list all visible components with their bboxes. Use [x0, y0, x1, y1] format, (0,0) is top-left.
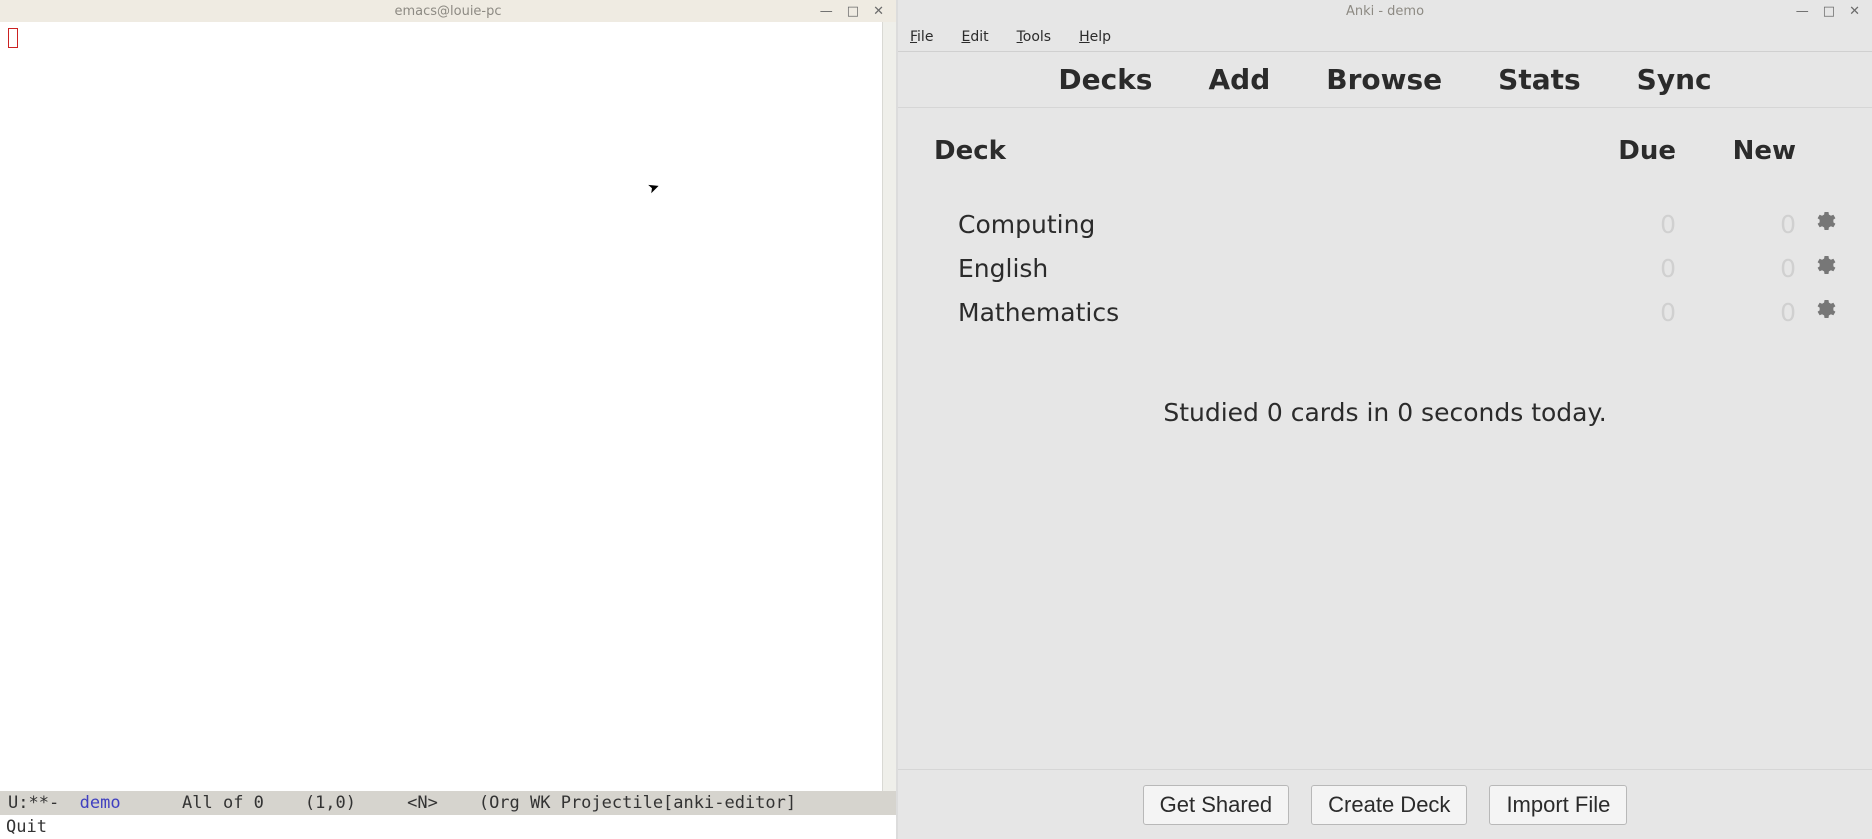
anki-content: Deck Due New Computing 0 0 English 0 0 — [898, 108, 1872, 769]
emacs-body: ➤ — [0, 22, 896, 791]
emacs-cursor — [8, 28, 18, 48]
emacs-titlebar: emacs@louie-pc — □ ✕ — [0, 0, 896, 22]
tab-browse[interactable]: Browse — [1326, 63, 1442, 96]
anki-footer: Get Shared Create Deck Import File — [898, 769, 1872, 839]
deck-new-count: 0 — [1676, 254, 1796, 283]
menu-help[interactable]: Help — [1079, 29, 1111, 45]
tab-stats[interactable]: Stats — [1498, 63, 1581, 96]
anki-tabs: Decks Add Browse Stats Sync — [898, 52, 1872, 108]
deck-name[interactable]: Mathematics — [934, 298, 1556, 327]
anki-titlebar: Anki - demo — □ ✕ — [898, 0, 1872, 22]
emacs-window-controls: — □ ✕ — [820, 0, 892, 22]
deck-new-count: 0 — [1676, 210, 1796, 239]
column-due: Due — [1556, 136, 1676, 166]
close-icon[interactable]: ✕ — [1849, 5, 1860, 18]
anki-title: Anki - demo — [898, 4, 1872, 19]
emacs-echo-area[interactable]: Quit — [0, 815, 896, 839]
mouse-pointer-icon: ➤ — [646, 178, 662, 197]
emacs-title: emacs@louie-pc — [0, 4, 896, 19]
modeline-status: U:**- — [8, 793, 80, 813]
anki-window: Anki - demo — □ ✕ File Edit Tools Help D… — [898, 0, 1872, 839]
minimize-icon[interactable]: — — [820, 5, 833, 18]
modeline-info: All of 0 (1,0) <N> (Org WK Projectile[an… — [121, 793, 797, 813]
get-shared-button[interactable]: Get Shared — [1143, 785, 1290, 825]
maximize-icon[interactable]: □ — [847, 5, 859, 18]
deck-due-count: 0 — [1556, 210, 1676, 239]
close-icon[interactable]: ✕ — [873, 5, 884, 18]
deck-due-count: 0 — [1556, 298, 1676, 327]
anki-menubar: File Edit Tools Help — [898, 22, 1872, 52]
deck-due-count: 0 — [1556, 254, 1676, 283]
deck-name[interactable]: Computing — [934, 210, 1556, 239]
import-file-button[interactable]: Import File — [1489, 785, 1627, 825]
emacs-buffer[interactable]: ➤ — [0, 22, 882, 791]
emacs-modeline[interactable]: U:**- demo All of 0 (1,0) <N> (Org WK Pr… — [0, 791, 896, 815]
gear-icon[interactable] — [1796, 297, 1836, 327]
create-deck-button[interactable]: Create Deck — [1311, 785, 1467, 825]
study-status: Studied 0 cards in 0 seconds today. — [934, 398, 1836, 427]
maximize-icon[interactable]: □ — [1823, 5, 1835, 18]
tab-sync[interactable]: Sync — [1637, 63, 1712, 96]
tab-decks[interactable]: Decks — [1058, 63, 1152, 96]
menu-edit[interactable]: Edit — [961, 29, 988, 45]
deck-row: Mathematics 0 0 — [934, 290, 1836, 334]
modeline-buffer-name: demo — [80, 793, 121, 813]
deck-row: English 0 0 — [934, 246, 1836, 290]
gear-icon[interactable] — [1796, 253, 1836, 283]
menu-tools[interactable]: Tools — [1017, 29, 1052, 45]
menu-file[interactable]: File — [910, 29, 933, 45]
minimize-icon[interactable]: — — [1796, 5, 1809, 18]
deck-row: Computing 0 0 — [934, 202, 1836, 246]
tab-add[interactable]: Add — [1208, 63, 1270, 96]
gear-icon[interactable] — [1796, 209, 1836, 239]
anki-window-controls: — □ ✕ — [1796, 0, 1868, 22]
column-new: New — [1676, 136, 1796, 166]
deck-name[interactable]: English — [934, 254, 1556, 283]
emacs-window: emacs@louie-pc — □ ✕ ➤ U:**- demo All of… — [0, 0, 898, 839]
deck-list-header: Deck Due New — [934, 136, 1836, 166]
emacs-scrollbar[interactable] — [882, 22, 896, 791]
column-deck: Deck — [934, 136, 1556, 166]
deck-new-count: 0 — [1676, 298, 1796, 327]
